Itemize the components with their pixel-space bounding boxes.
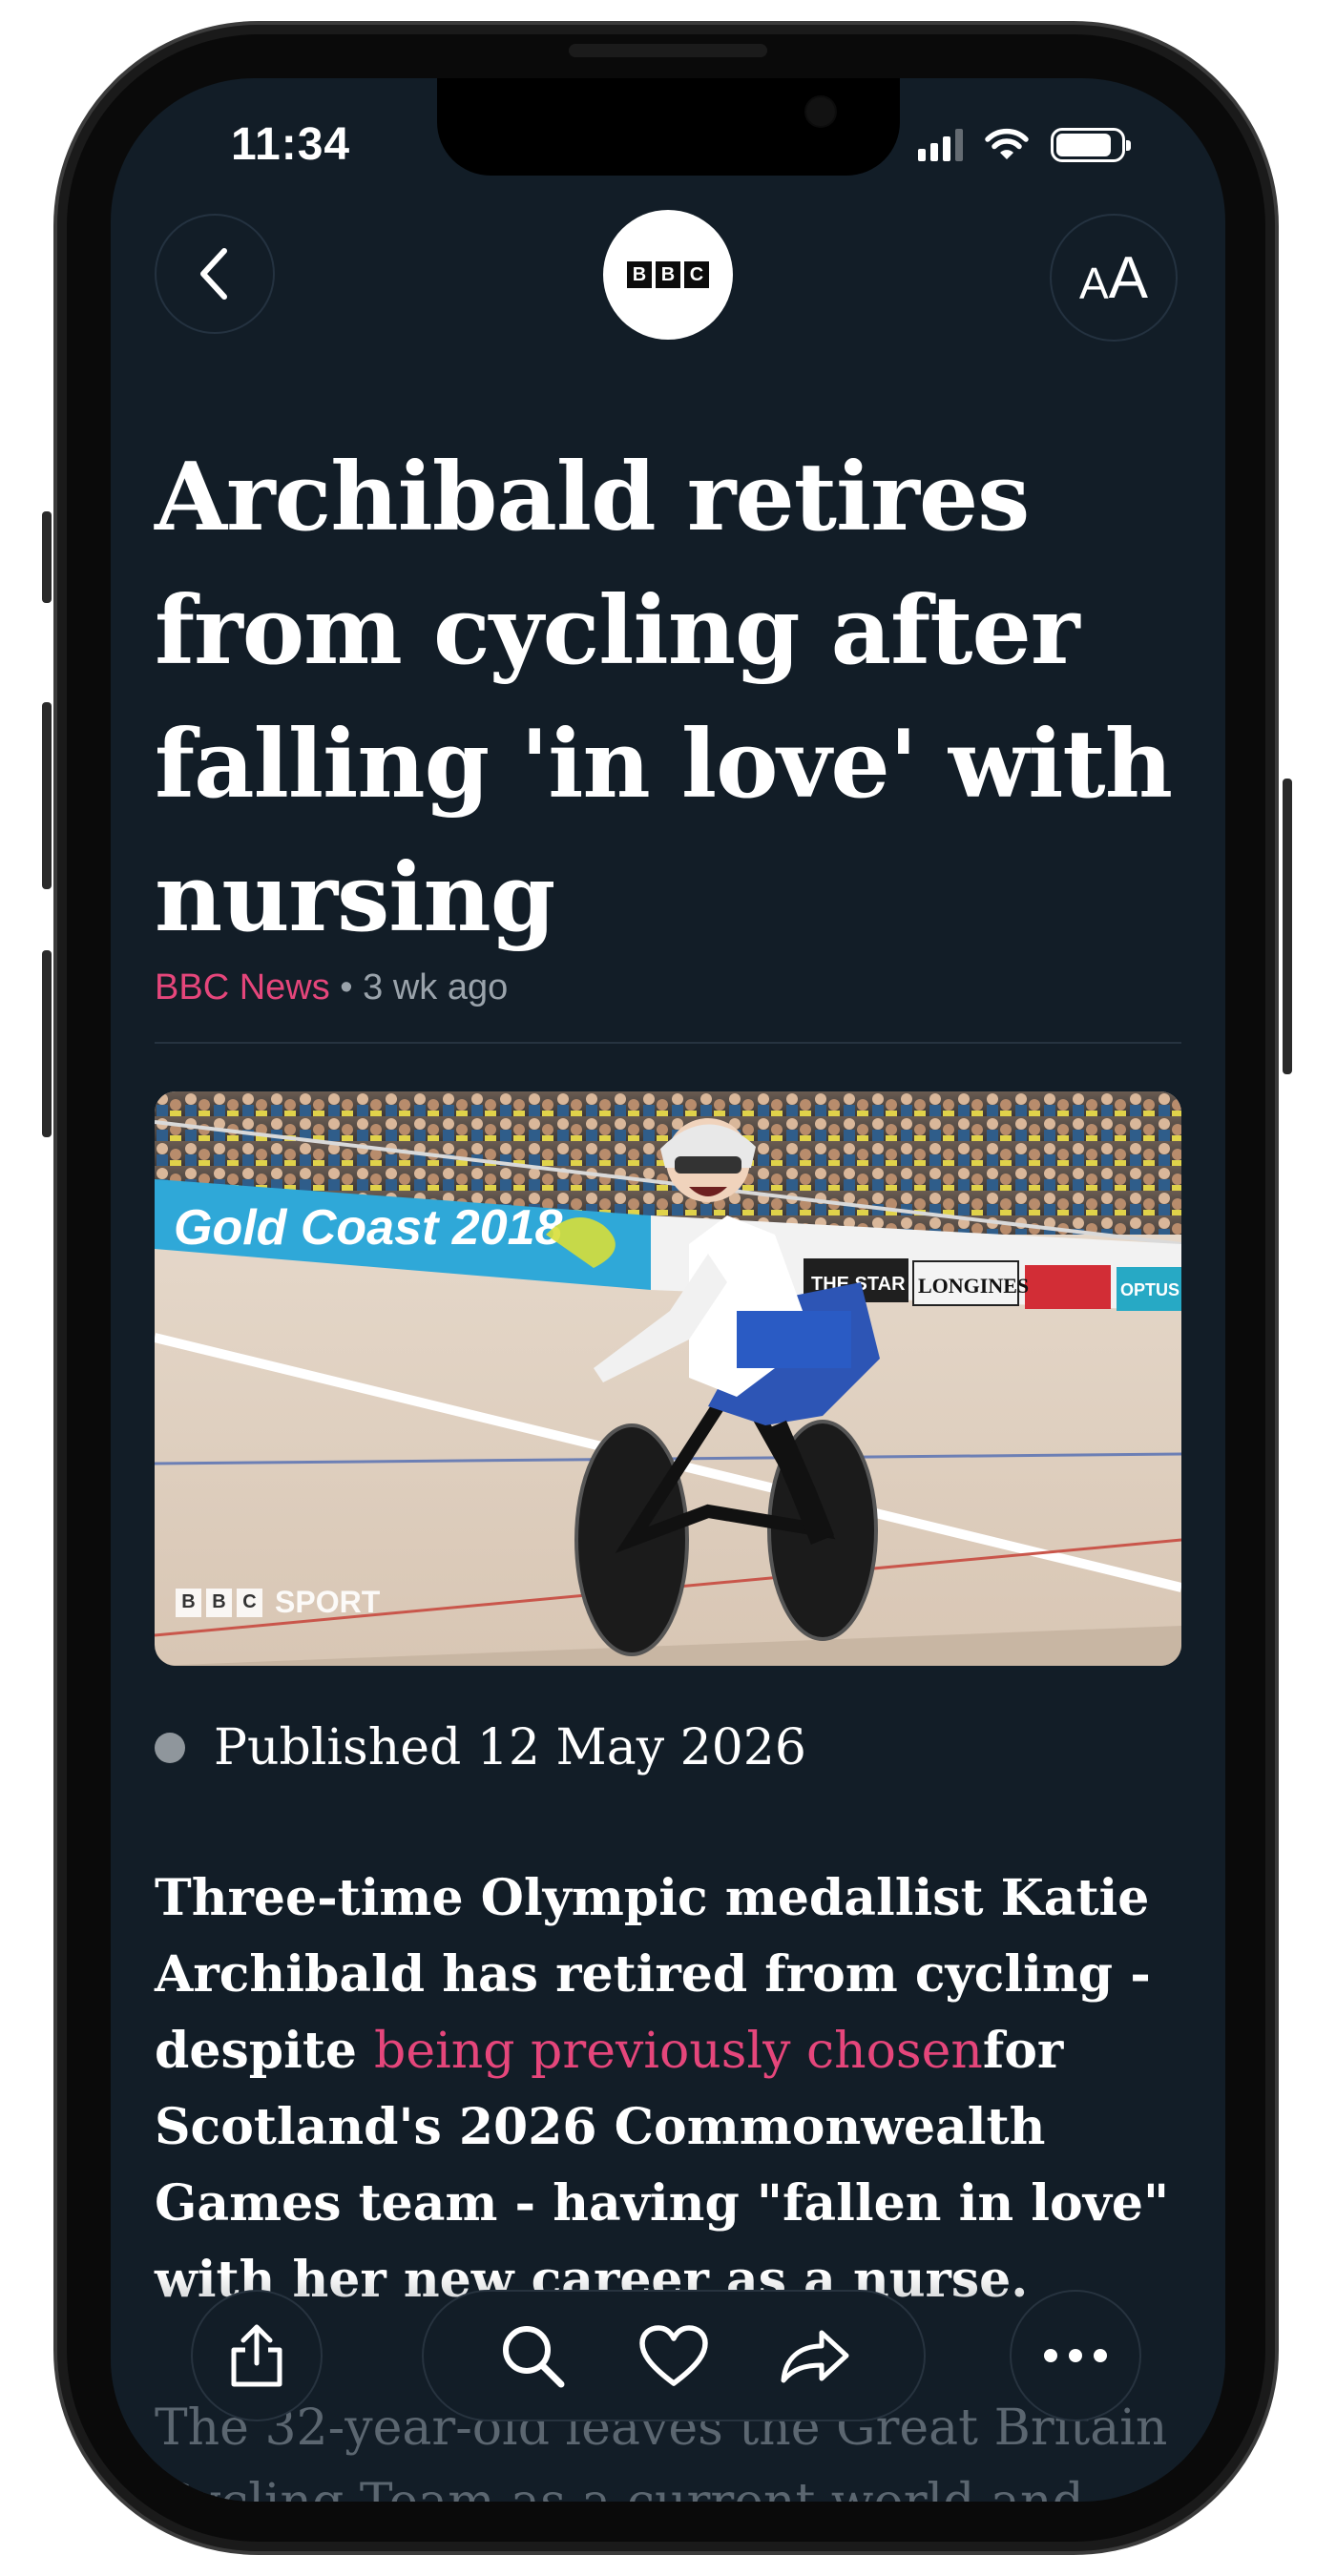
watermark-letter: B	[206, 1588, 232, 1617]
article-action-bar	[422, 2290, 926, 2421]
divider	[155, 1042, 1181, 1044]
phone-side-button	[42, 511, 52, 603]
text-size-large-glyph: A	[1108, 244, 1149, 311]
back-button[interactable]	[155, 214, 275, 334]
logo-letter: C	[684, 261, 709, 288]
chevron-left-icon	[200, 248, 227, 300]
published-date: Published 12 May 2026	[214, 1719, 806, 1776]
signal-icon	[918, 129, 963, 161]
speaker-grille	[569, 44, 767, 57]
share-button[interactable]	[191, 2290, 323, 2421]
forward-button[interactable]	[772, 2313, 858, 2399]
meta-separator: •	[340, 967, 353, 1008]
status-icons	[918, 128, 1131, 162]
article-headline: Archibald retires from cycling after fal…	[155, 443, 1173, 953]
article-meta: BBC News • 3 wk ago	[155, 967, 508, 1008]
share-icon	[231, 2324, 282, 2387]
phone-side-button	[42, 950, 52, 1137]
battery-icon	[1051, 128, 1131, 162]
forward-arrow-icon	[781, 2330, 849, 2383]
app-screen: 11:34 B B C A A Archibald retires from c…	[111, 78, 1225, 2502]
phone-side-button	[42, 702, 52, 889]
logo-letter: B	[627, 261, 652, 288]
banner-text: Gold Coast 2018	[174, 1200, 563, 1256]
article-hero-image[interactable]: Gold Coast 2018 THE STAR LONGINES OPTUS …	[155, 1091, 1181, 1666]
sponsor-text: LONGINES	[918, 1274, 1029, 1298]
watermark-letter: C	[237, 1588, 262, 1617]
article-intro: Three-time Olympic medallist Katie Archi…	[155, 1860, 1185, 2318]
phone-side-button	[1283, 779, 1292, 1074]
search-button[interactable]	[490, 2313, 575, 2399]
published-dot-icon	[155, 1733, 185, 1763]
watermark-letter: B	[176, 1588, 201, 1617]
logo-letter: B	[656, 261, 680, 288]
article-age: 3 wk ago	[363, 967, 509, 1008]
bbc-sport-watermark: B B C SPORT	[176, 1585, 380, 1620]
search-icon	[503, 2326, 565, 2388]
sponsor-text: OPTUS	[1120, 1280, 1179, 1299]
cyclist-photo: Gold Coast 2018 THE STAR LONGINES OPTUS	[155, 1091, 1181, 1666]
like-button[interactable]	[631, 2313, 717, 2399]
published-line: Published 12 May 2026	[155, 1719, 806, 1776]
wifi-icon	[985, 128, 1029, 159]
heart-icon	[639, 2325, 708, 2386]
status-time: 11:34	[231, 119, 351, 170]
article-source-link[interactable]: BBC News	[155, 967, 330, 1008]
notch	[437, 78, 900, 176]
more-options-button[interactable]	[1010, 2290, 1141, 2421]
text-size-button[interactable]: A A	[1050, 214, 1178, 342]
text-size-small-glyph: A	[1078, 259, 1109, 308]
intro-link[interactable]: being previously chosen	[374, 2023, 983, 2080]
more-dots-icon	[1044, 2349, 1107, 2362]
front-camera	[804, 95, 837, 128]
watermark-text: SPORT	[275, 1585, 381, 1619]
bbc-logo[interactable]: B B C	[603, 210, 733, 340]
